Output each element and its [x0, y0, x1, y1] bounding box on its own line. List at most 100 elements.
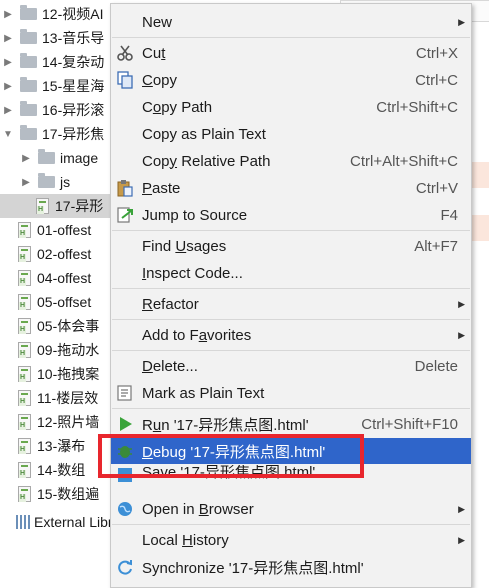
tree-row-label: 02-offest	[37, 246, 92, 262]
context-menu: New ▶ Cut Ctrl+X Copy Ctrl+C Copy Path C…	[110, 3, 472, 588]
menu-item-label: Delete...	[142, 357, 198, 375]
chevron-right-icon[interactable]: ▶	[20, 177, 32, 188]
html-file-icon	[36, 198, 49, 214]
browser-icon	[115, 499, 135, 519]
menu-separator	[112, 350, 470, 351]
html-file-icon	[18, 222, 31, 238]
html-file-icon	[18, 246, 31, 262]
tree-row-label: 14-复杂动	[42, 54, 105, 70]
tree-row-label: 16-异形滚	[42, 102, 105, 118]
menu-item-local-history[interactable]: Local History ▶	[111, 527, 471, 553]
chevron-right-icon[interactable]: ▶	[20, 153, 32, 164]
tree-row-label: 13-音乐导	[42, 30, 105, 46]
menu-item-refactor[interactable]: Refactor ▶	[111, 291, 471, 317]
menu-item-label: Run '17-异形焦点图.html'	[142, 416, 309, 434]
menu-separator	[112, 524, 470, 525]
copy-icon	[115, 70, 135, 90]
html-file-icon	[18, 438, 31, 454]
shortcut-text: Alt+F7	[414, 237, 458, 255]
tree-row-label: js	[60, 174, 71, 190]
tree-row-label: 11-楼层效	[37, 390, 99, 406]
run-icon	[115, 414, 135, 434]
shortcut-text: Ctrl+C	[415, 71, 458, 89]
html-file-icon	[18, 366, 31, 382]
tree-row-label: 12-视频AI	[42, 6, 104, 22]
html-file-icon	[18, 318, 31, 334]
menu-item-label: Inspect Code...	[142, 264, 243, 282]
menu-item-label: New	[142, 13, 173, 31]
menu-item-delete[interactable]: Delete... Delete	[111, 353, 471, 379]
submenu-arrow-icon: ▶	[458, 329, 465, 340]
menu-item-synchronize[interactable]: Synchronize '17-异形焦点图.html'	[111, 554, 471, 580]
menu-separator	[112, 37, 470, 38]
html-file-icon	[18, 486, 31, 502]
folder-icon	[38, 173, 55, 188]
menu-item-jump-to-source[interactable]: Jump to Source F4	[111, 202, 471, 228]
tree-row-label: 04-offest	[37, 270, 92, 286]
chevron-right-icon[interactable]: ▶	[2, 105, 14, 116]
menu-item-inspect-code[interactable]: Inspect Code...	[111, 260, 471, 286]
menu-item-mark-plain-text[interactable]: Mark as Plain Text	[111, 380, 471, 406]
tree-row-label: 17-异形焦	[42, 126, 105, 142]
menu-item-label: Refactor	[142, 295, 199, 313]
chevron-right-icon[interactable]: ▶	[2, 33, 14, 44]
menu-item-find-usages[interactable]: Find Usages Alt+F7	[111, 233, 471, 259]
html-file-icon	[18, 342, 31, 358]
html-file-icon	[18, 294, 31, 310]
mark-plain-text-icon	[115, 383, 135, 403]
menu-item-label: Copy as Plain Text	[142, 125, 266, 143]
shortcut-text: Ctrl+Shift+F10	[361, 415, 458, 433]
menu-item-copy[interactable]: Copy Ctrl+C	[111, 67, 471, 93]
menu-item-label: Mark as Plain Text	[142, 384, 265, 402]
menu-item-new[interactable]: New ▶	[111, 9, 471, 35]
chevron-right-icon[interactable]: ▶	[2, 57, 14, 68]
html-file-icon	[18, 270, 31, 286]
submenu-arrow-icon: ▶	[458, 534, 465, 545]
menu-item-cut[interactable]: Cut Ctrl+X	[111, 40, 471, 66]
folder-icon	[20, 53, 37, 68]
menu-item-copy-path[interactable]: Copy Path Ctrl+Shift+C	[111, 94, 471, 120]
tree-row-label: 12-照片墙	[37, 414, 100, 430]
menu-item-label: Find Usages	[142, 237, 227, 255]
tree-row-label: 05-体会事	[37, 318, 100, 334]
menu-item-add-to-favorites[interactable]: Add to Favorites ▶	[111, 322, 471, 348]
chevron-right-icon[interactable]: ▶	[2, 81, 14, 92]
shortcut-text: F4	[440, 206, 458, 224]
menu-item-label: Synchronize '17-异形焦点图.html'	[142, 559, 364, 577]
shortcut-text: Ctrl+X	[415, 44, 458, 62]
menu-item-label: Copy Relative Path	[142, 152, 271, 170]
submenu-arrow-icon: ▶	[458, 503, 465, 514]
menu-item-label: Jump to Source	[142, 206, 248, 224]
menu-item-label: Add to Favorites	[142, 326, 252, 344]
cut-icon	[115, 43, 135, 63]
html-file-icon	[18, 390, 31, 406]
menu-item-paste[interactable]: Paste Ctrl+V	[111, 175, 471, 201]
editor-highlight-band	[470, 162, 489, 188]
tree-row-label: 05-offset	[37, 294, 92, 310]
folder-icon	[20, 29, 37, 44]
library-icon	[16, 515, 30, 529]
shortcut-text: Ctrl+V	[415, 179, 458, 197]
tree-row-label: 10-拖拽案	[37, 366, 100, 382]
menu-item-copy-plain-text[interactable]: Copy as Plain Text	[111, 121, 471, 147]
menu-item-label: Copy Path	[142, 98, 213, 116]
chevron-right-icon[interactable]: ▶	[2, 9, 14, 20]
html-file-icon	[18, 414, 31, 430]
chevron-down-icon[interactable]: ▼	[2, 129, 14, 140]
tree-row-label: 14-数组	[37, 462, 86, 478]
tree-row-label: 09-拖动水	[37, 342, 100, 358]
annotation-highlight-box	[98, 434, 364, 478]
menu-item-label: Local History	[142, 531, 229, 549]
jump-to-source-icon	[115, 205, 135, 225]
menu-item-label: Open in Browser	[142, 500, 254, 518]
menu-separator	[112, 408, 470, 409]
shortcut-text: Ctrl+Alt+Shift+C	[350, 152, 458, 170]
folder-icon	[38, 149, 55, 164]
folder-icon	[20, 77, 37, 92]
submenu-arrow-icon: ▶	[458, 16, 465, 27]
folder-icon	[20, 125, 37, 140]
menu-item-copy-relative-path[interactable]: Copy Relative Path Ctrl+Alt+Shift+C	[111, 148, 471, 174]
tree-row-label: image	[60, 150, 99, 166]
menu-item-label: Copy	[142, 71, 178, 89]
menu-item-open-in-browser[interactable]: Open in Browser ▶	[111, 496, 471, 522]
